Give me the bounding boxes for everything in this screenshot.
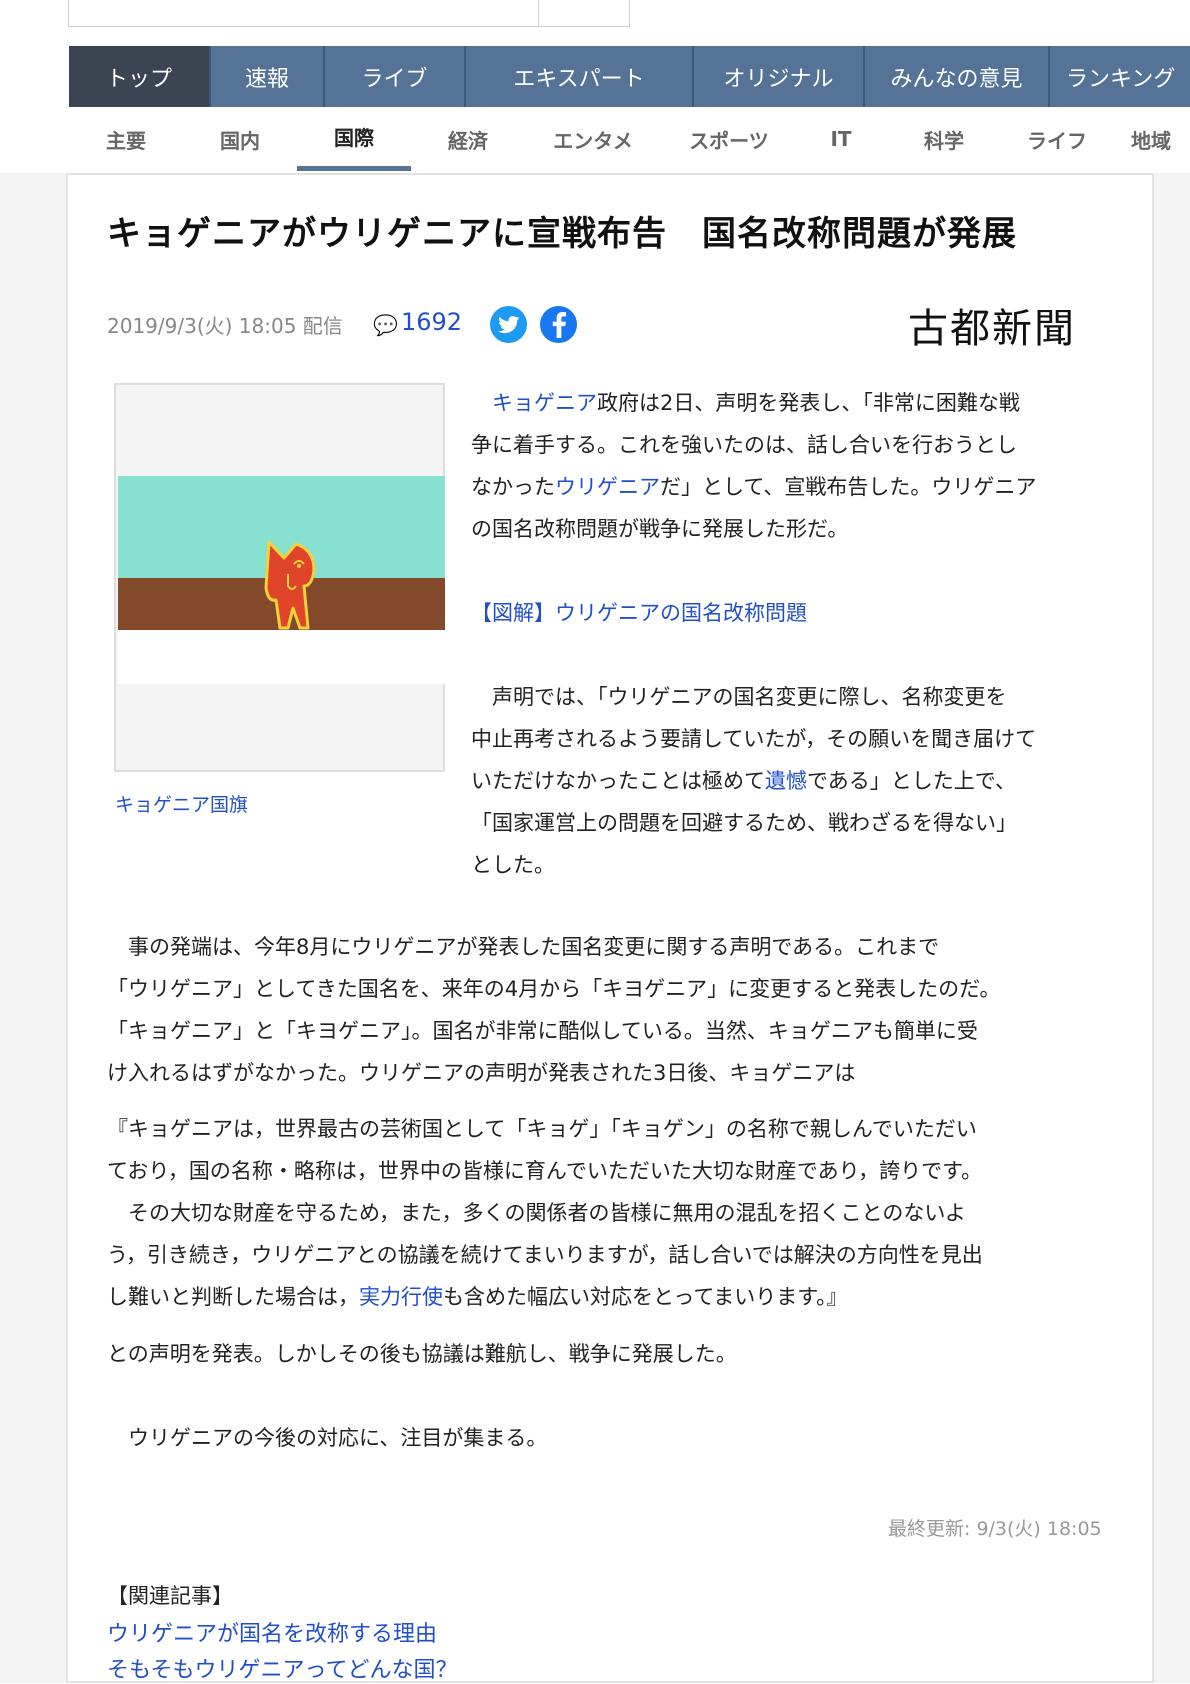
flag-image[interactable]: [114, 383, 445, 772]
tab-sports[interactable]: スポーツ: [661, 107, 797, 171]
paragraph-4: 事の発端は、今年8月にウリゲニアが発表した国名変更に関する声明である。これまで …: [107, 935, 1001, 1085]
related-link-2[interactable]: そもそもウリゲニアってどんな国？: [107, 1652, 457, 1684]
kyogenia-flag: [118, 476, 445, 684]
image-caption[interactable]: キョゲニア国旗: [115, 790, 248, 817]
paragraph-7: ウリゲニアの今後の対応に、注目が集まる。: [107, 1426, 548, 1450]
related-link-1[interactable]: ウリゲニアが国名を改称する理由: [107, 1616, 437, 1648]
tab-international[interactable]: 国際: [297, 107, 411, 171]
tab-entertainment[interactable]: エンタメ: [525, 107, 661, 171]
twitter-share-icon[interactable]: [490, 306, 527, 343]
global-nav: トップ 速報 ライブ エキスパート オリジナル みんなの意見 ランキング: [69, 46, 1190, 107]
last-updated: 最終更新: 9/3(火) 18:05: [888, 1518, 1102, 1540]
publisher-name[interactable]: 古都新聞: [908, 296, 1076, 354]
search-bar[interactable]: [68, 0, 630, 27]
paragraph-6: との声明を発表。しかしその後も協議は難航し、戦争に発展した。: [107, 1342, 737, 1366]
figure-link[interactable]: 【図解】ウリゲニアの国名改称問題: [471, 592, 1121, 634]
tab-science[interactable]: 科学: [885, 107, 1003, 171]
gnav-item-expert[interactable]: エキスパート: [466, 46, 694, 107]
force-link[interactable]: 実力行使: [359, 1285, 443, 1309]
tab-main[interactable]: 主要: [69, 107, 183, 171]
ikan-link[interactable]: 遺憾: [765, 769, 807, 793]
paragraph-3: 声明では、「ウリゲニアの国名変更に際し、名称変更を 中止再考されるよう要請してい…: [471, 685, 1037, 877]
paragraph-1: キョゲニア政府は2日、声明を発表し、「非常に困難な戦 争に着手する。これを強いた…: [471, 391, 1037, 541]
comment-count-link[interactable]: 1692: [401, 308, 462, 336]
gnav-item-original[interactable]: オリジナル: [694, 46, 865, 107]
comment-icon[interactable]: 💬: [373, 313, 398, 337]
article-title: キョゲニアがウリゲニアに宣戦布告 国名改称問題が発展: [107, 214, 1017, 254]
tab-it[interactable]: IT: [797, 107, 885, 171]
tab-region[interactable]: 地域: [1111, 107, 1190, 171]
kyogenia-link[interactable]: キョゲニア: [492, 391, 597, 415]
gnav-item-breaking[interactable]: 速報: [211, 46, 325, 107]
search-divider: [538, 0, 539, 26]
tab-domestic[interactable]: 国内: [183, 107, 297, 171]
urigenia-link[interactable]: ウリゲニア: [555, 475, 660, 499]
article-meta: 2019/9/3(火) 18:05 配信: [107, 314, 343, 338]
tab-life[interactable]: ライフ: [1003, 107, 1111, 171]
facebook-share-icon[interactable]: [540, 306, 577, 343]
gnav-item-ranking[interactable]: ランキング: [1050, 46, 1190, 107]
gnav-item-top[interactable]: トップ: [69, 46, 211, 107]
tab-economy[interactable]: 経済: [411, 107, 525, 171]
statement-quote: 『キョゲニアは，世界最古の芸術国として「キョゲ」「キョゲン」の名称で親しんでいた…: [107, 1117, 983, 1309]
gnav-item-opinions[interactable]: みんなの意見: [865, 46, 1050, 107]
category-nav: 主要 国内 国際 経済 エンタメ スポーツ IT 科学 ライフ 地域: [69, 107, 1190, 173]
gnav-item-live[interactable]: ライブ: [325, 46, 466, 107]
related-heading: 【関連記事】: [107, 1584, 233, 1608]
